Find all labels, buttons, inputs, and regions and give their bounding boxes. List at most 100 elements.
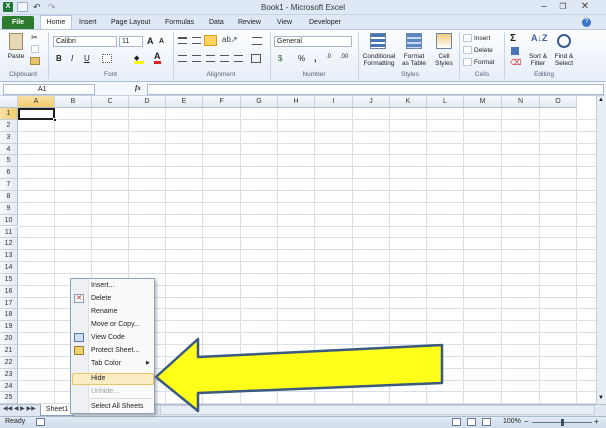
menu-item-move-or-copy[interactable]: Move or Copy... <box>91 319 140 331</box>
row-header-3[interactable]: 3 <box>0 131 18 144</box>
tab-review[interactable]: Review <box>238 17 261 29</box>
menu-item-select-all-sheets[interactable]: Select All Sheets <box>91 401 144 413</box>
row-header-8[interactable]: 8 <box>0 190 18 203</box>
tab-developer[interactable]: Developer <box>309 17 341 29</box>
scroll-up-icon[interactable]: ▲ <box>597 97 605 103</box>
close-icon[interactable]: ✕ <box>578 1 592 12</box>
conditional-formatting-icon[interactable] <box>370 33 386 49</box>
column-header-j[interactable]: J <box>353 96 390 108</box>
row-header-21[interactable]: 21 <box>0 345 18 357</box>
tab-page-layout[interactable]: Page Layout <box>111 17 150 29</box>
vertical-scrollbar[interactable] <box>596 96 606 404</box>
page-break-view-icon[interactable] <box>482 418 491 426</box>
shrink-font-button[interactable]: A <box>159 38 164 45</box>
format-as-table-icon[interactable] <box>406 33 422 49</box>
minimize-icon[interactable]: – <box>537 1 551 12</box>
format-as-table-button[interactable]: Format as Table <box>398 53 430 67</box>
macro-record-icon[interactable] <box>36 418 45 426</box>
menu-item-insert[interactable]: Insert... <box>91 280 114 292</box>
decrease-decimal-icon[interactable]: .00 <box>340 54 348 60</box>
find-select-button[interactable]: Find & Select <box>551 53 577 67</box>
align-center-icon[interactable] <box>192 55 201 62</box>
sheet-tab-sheet1[interactable]: Sheet1 <box>40 404 74 416</box>
menu-item-delete[interactable]: Delete <box>91 293 111 305</box>
select-all-corner[interactable] <box>0 96 18 108</box>
row-header-9[interactable]: 9 <box>0 202 18 215</box>
tab-file[interactable]: File <box>2 16 34 29</box>
fill-icon[interactable] <box>511 47 519 55</box>
autosum-button[interactable]: Σ <box>510 33 516 44</box>
tab-home[interactable]: Home <box>40 15 72 30</box>
paste-icon[interactable] <box>9 33 23 50</box>
borders-icon[interactable] <box>102 54 112 63</box>
column-header-i[interactable]: I <box>315 96 353 108</box>
restore-icon[interactable]: ❐ <box>556 2 570 11</box>
increase-indent-icon[interactable] <box>234 55 243 62</box>
align-middle-icon[interactable] <box>192 37 201 44</box>
paste-button[interactable]: Paste <box>5 53 27 60</box>
comma-button[interactable]: , <box>314 53 317 63</box>
row-header-2[interactable]: 2 <box>0 119 18 132</box>
menu-item-tab-color[interactable]: Tab Color <box>91 358 121 370</box>
formula-input[interactable] <box>147 84 604 95</box>
column-header-d[interactable]: D <box>129 96 166 108</box>
sheet-nav-first-icon[interactable]: ◀◀ ◀ ▶ ▶▶ <box>3 405 36 412</box>
grow-font-button[interactable]: A <box>147 36 154 46</box>
row-header-18[interactable]: 18 <box>0 309 18 322</box>
delete-cells-button[interactable]: Delete <box>474 47 493 54</box>
row-header-19[interactable]: 19 <box>0 321 18 334</box>
column-header-m[interactable]: M <box>464 96 502 108</box>
fill-handle[interactable] <box>53 118 57 122</box>
row-header-12[interactable]: 12 <box>0 238 18 251</box>
zoom-level[interactable]: 100% <box>503 418 521 425</box>
row-header-25[interactable]: 25 <box>0 392 18 405</box>
row-header-24[interactable]: 24 <box>0 380 18 393</box>
increase-decimal-icon[interactable]: .0 <box>326 54 331 60</box>
cut-icon[interactable]: ✂ <box>31 33 38 42</box>
row-header-7[interactable]: 7 <box>0 179 18 191</box>
row-header-6[interactable]: 6 <box>0 167 18 180</box>
normal-view-icon[interactable] <box>452 418 461 426</box>
active-cell[interactable] <box>18 108 55 120</box>
zoom-in-button[interactable]: + <box>594 417 599 426</box>
row-header-11[interactable]: 11 <box>0 226 18 239</box>
align-left-icon[interactable] <box>178 55 187 62</box>
wrap-text-icon[interactable] <box>252 37 262 45</box>
align-top-icon[interactable] <box>178 37 187 44</box>
percent-button[interactable]: % <box>298 54 305 63</box>
menu-item-hide[interactable]: Hide <box>91 373 105 385</box>
bold-button[interactable]: B <box>56 54 62 63</box>
menu-item-view-code[interactable]: View Code <box>91 332 125 344</box>
row-header-17[interactable]: 17 <box>0 297 18 310</box>
clear-icon[interactable]: ⌫ <box>510 58 521 67</box>
column-header-g[interactable]: G <box>241 96 278 108</box>
zoom-out-button[interactable]: − <box>524 417 529 426</box>
merge-center-icon[interactable] <box>251 54 261 63</box>
fx-button[interactable]: fx <box>135 84 141 92</box>
column-header-h[interactable]: H <box>278 96 315 108</box>
format-cells-icon[interactable] <box>463 58 472 66</box>
column-header-k[interactable]: K <box>390 96 427 108</box>
currency-button[interactable]: $ <box>278 54 282 63</box>
row-header-23[interactable]: 23 <box>0 368 18 381</box>
row-header-22[interactable]: 22 <box>0 356 18 369</box>
cell-styles-button[interactable]: Cell Styles <box>430 53 458 67</box>
row-header-5[interactable]: 5 <box>0 155 18 168</box>
column-header-l[interactable]: L <box>427 96 464 108</box>
column-header-n[interactable]: N <box>502 96 540 108</box>
font-size-dropdown[interactable]: 11 <box>119 36 143 47</box>
tab-view[interactable]: View <box>277 17 292 29</box>
delete-cells-icon[interactable] <box>463 46 472 54</box>
fill-color-icon[interactable]: ◆ <box>134 54 144 64</box>
tab-formulas[interactable]: Formulas <box>165 17 194 29</box>
column-header-a[interactable]: A <box>18 96 55 108</box>
insert-cells-button[interactable]: Insert <box>474 35 490 42</box>
menu-item-protect-sheet[interactable]: Protect Sheet... <box>91 345 139 357</box>
row-header-1[interactable]: 1 <box>0 108 18 120</box>
find-select-icon[interactable] <box>557 34 571 48</box>
row-header-10[interactable]: 10 <box>0 214 18 227</box>
copy-icon[interactable] <box>31 45 39 53</box>
align-right-icon[interactable] <box>206 55 215 62</box>
align-bottom-icon[interactable] <box>204 35 217 46</box>
column-header-f[interactable]: F <box>203 96 241 108</box>
